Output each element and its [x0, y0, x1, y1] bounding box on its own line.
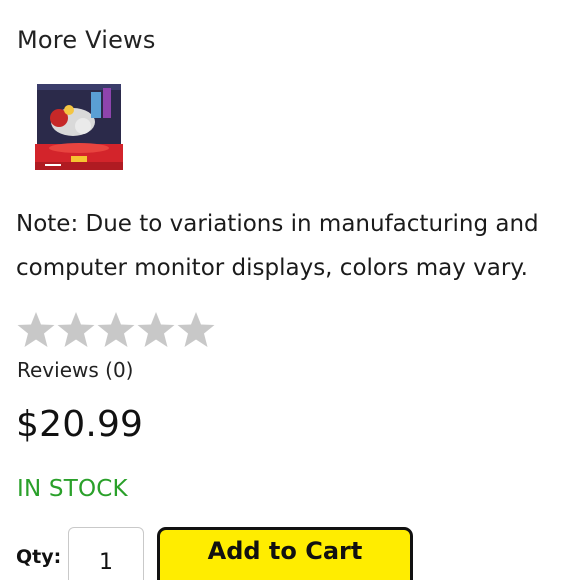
product-thumbnail-image — [33, 78, 125, 178]
color-variation-note: Note: Due to variations in manufacturing… — [16, 211, 539, 281]
qty-label: Qty: — [16, 546, 62, 568]
star-icon — [137, 312, 175, 347]
product-thumbnail[interactable] — [33, 78, 125, 178]
star-icon — [57, 312, 95, 347]
star-icon — [177, 312, 215, 347]
stock-status: IN STOCK — [17, 476, 128, 502]
star-icon — [97, 312, 135, 347]
product-price: $20.99 — [16, 404, 144, 445]
reviews-link[interactable]: Reviews (0) — [17, 358, 133, 382]
more-views-heading: More Views — [17, 26, 156, 54]
add-to-cart-button[interactable]: Add to Cart — [157, 527, 413, 580]
star-rating[interactable] — [16, 311, 216, 349]
star-icon — [17, 312, 55, 347]
qty-input[interactable] — [68, 527, 144, 580]
product-detail-panel: More Views Note: Due to variations in ma… — [0, 0, 580, 580]
